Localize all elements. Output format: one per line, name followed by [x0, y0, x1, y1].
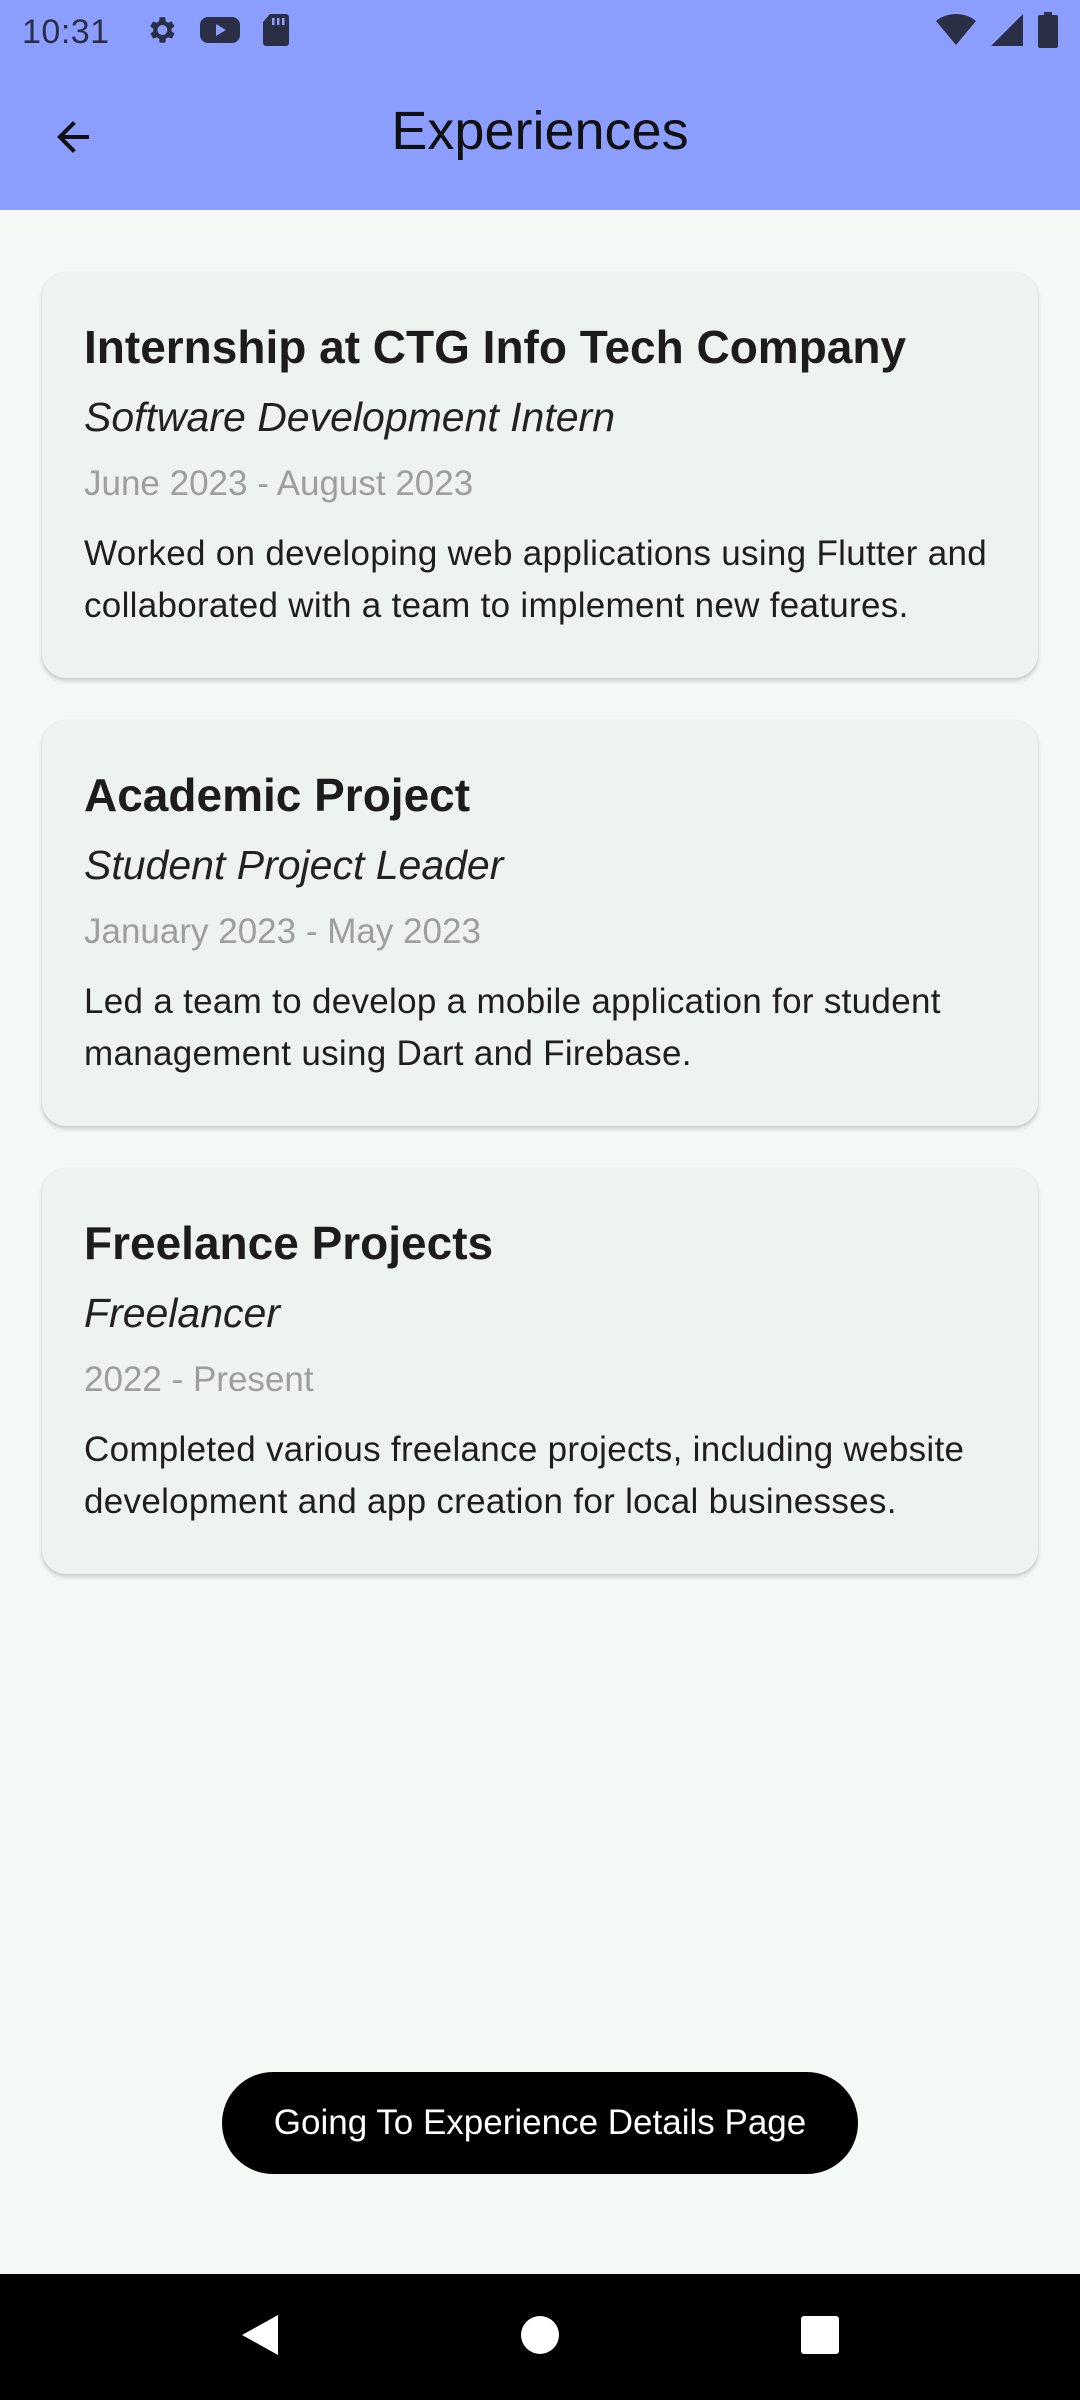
experience-role: Student Project Leader [84, 842, 504, 888]
nav-recents-button[interactable] [775, 2292, 865, 2382]
system-nav-bar [0, 2274, 1080, 2400]
experience-card[interactable]: Internship at CTG Info Tech Company Soft… [42, 272, 1038, 678]
sd-card-icon [262, 13, 290, 52]
back-triangle-icon [240, 2313, 280, 2362]
experience-title: Academic Project [84, 769, 471, 821]
status-right [936, 11, 1058, 53]
status-bar: 10:31 [0, 0, 1080, 64]
experience-title: Internship at CTG Info Tech Company [84, 321, 907, 373]
nav-home-button[interactable] [495, 2292, 585, 2382]
youtube-icon [199, 15, 240, 50]
experience-description: Completed various freelance projects, in… [84, 1430, 965, 1521]
experience-dates: January 2023 - May 2023 [84, 912, 481, 951]
app-bar: Experiences [0, 64, 1080, 210]
experience-description: Led a team to develop a mobile applicati… [84, 982, 941, 1073]
experience-list: Internship at CTG Info Tech Company Soft… [42, 272, 1038, 1616]
experience-dates: 2022 - Present [84, 1360, 314, 1399]
experience-role: Software Development Intern [84, 394, 615, 440]
toast-message: Going To Experience Details Page [222, 2072, 858, 2174]
experience-role: Freelancer [84, 1290, 280, 1336]
experience-dates: June 2023 - August 2023 [84, 464, 474, 503]
experience-card[interactable]: Academic Project Student Project Leader … [42, 720, 1038, 1126]
recents-square-icon [800, 2315, 840, 2360]
experience-description: Worked on developing web applications us… [84, 534, 988, 625]
gear-icon [144, 13, 178, 52]
status-time: 10:31 [22, 12, 110, 51]
battery-icon [1038, 11, 1058, 53]
experience-title: Freelance Projects [84, 1217, 494, 1269]
wifi-icon [936, 13, 976, 51]
home-circle-icon [520, 2315, 560, 2360]
page-title: Experiences [391, 101, 689, 161]
nav-back-button[interactable] [215, 2292, 305, 2382]
signal-icon [990, 13, 1024, 52]
status-left: 10:31 [22, 13, 290, 52]
experience-card[interactable]: Freelance Projects Freelancer 2022 - Pre… [42, 1168, 1038, 1574]
